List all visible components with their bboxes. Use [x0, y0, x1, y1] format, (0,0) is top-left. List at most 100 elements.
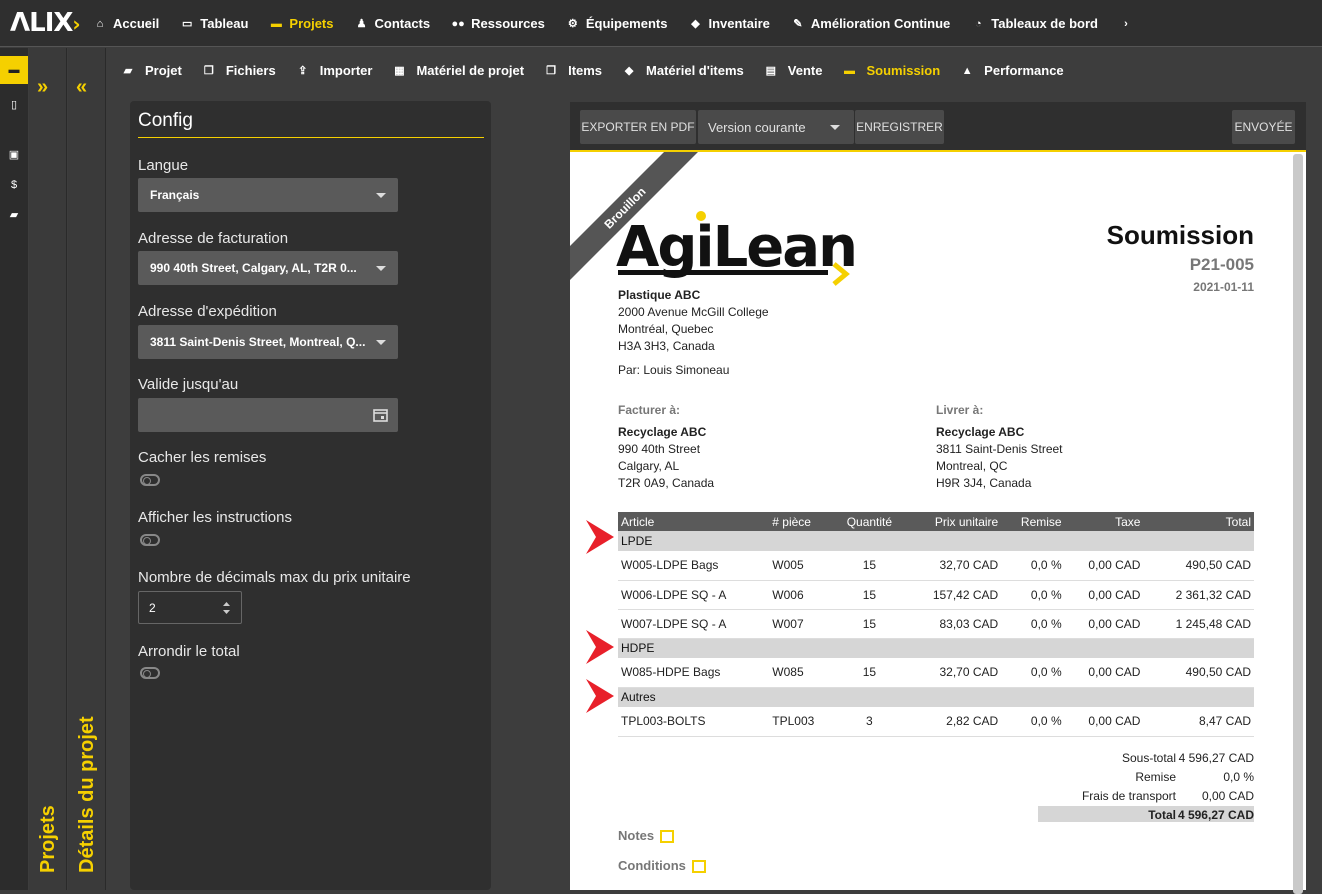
nav-item-label: Tableau [200, 16, 249, 31]
caret-down-icon [376, 193, 386, 198]
show-instructions-toggle[interactable] [140, 534, 160, 546]
cell-tax: 0,00 CAD [1064, 551, 1144, 581]
nav-item-tableau[interactable]: ▭ Tableau [180, 16, 248, 31]
cell-price: 2,82 CAD [904, 707, 1002, 737]
calendar-icon[interactable] [373, 408, 388, 422]
conditions-section[interactable]: Conditions [618, 858, 706, 874]
shipping-address-label: Adresse d'expédition [138, 303, 277, 320]
cell-total: 490,50 CAD [1143, 658, 1254, 688]
projects-panel-label[interactable]: Projets [37, 805, 60, 873]
billing-address-value: 990 40th Street, Calgary, AL, T2R 0... [150, 261, 357, 275]
export-pdf-button[interactable]: EXPORTER EN PDF [580, 110, 696, 144]
car-icon: ▰ [123, 65, 133, 77]
language-select[interactable]: Français [138, 178, 398, 212]
language-label: Langue [138, 157, 189, 174]
rail-file-icon[interactable]: ▯ [0, 90, 28, 118]
round-total-toggle[interactable] [140, 667, 160, 679]
config-panel: Config Langue Français Adresse de factur… [130, 101, 491, 890]
tab-mat-riel-d-items[interactable]: ◆ Matériel d'items [622, 63, 744, 78]
nav-item-ressources[interactable]: ●● Ressources [451, 16, 545, 31]
cell-total: 1 245,48 CAD [1143, 609, 1254, 639]
nav-item-am-lioration-continue[interactable]: ✎ Amélioration Continue [791, 16, 950, 31]
chevron-right-icon: › [1124, 17, 1128, 30]
tab-fichiers[interactable]: ❐ Fichiers [202, 63, 276, 78]
tab-vente[interactable]: ▤ Vente [764, 63, 823, 78]
max-decimals-stepper[interactable]: 2 [138, 591, 242, 624]
cell-total: 490,50 CAD [1143, 551, 1254, 581]
tab-importer[interactable]: ⇪ Importer [296, 63, 372, 78]
group-name: LPDE [618, 531, 1254, 551]
billing-address-label: Adresse de facturation [138, 230, 289, 247]
cell-article: W006-LDPE SQ - A [618, 580, 770, 610]
nav-item-projets[interactable]: ▬ Projets [269, 16, 334, 31]
monitor-icon: ▭ [182, 18, 193, 30]
ship-to-name: Recyclage ABC [936, 425, 1025, 439]
tab-performance[interactable]: ▲ Performance [960, 63, 1064, 78]
valid-until-date-input[interactable] [138, 398, 398, 432]
nav-more-button[interactable]: › [1119, 18, 1139, 30]
cell-disc: 0,0 % [1001, 609, 1065, 639]
project-details-label[interactable]: Détails du projet [76, 716, 99, 873]
nav-item-tableaux-de-bord[interactable]: ◔ Tableaux de bord [971, 16, 1098, 31]
rail-folder-icon[interactable]: ▬ [0, 56, 28, 84]
square-icon: ❒ [546, 65, 557, 77]
rail-briefcase-icon[interactable]: ▣ [0, 140, 28, 168]
expand-icon[interactable]: » [37, 76, 48, 99]
save-button[interactable]: ENREGISTRER [855, 110, 944, 144]
edit-icon[interactable] [691, 860, 706, 874]
projects-panel-collapsed[interactable]: » Projets [29, 48, 67, 890]
nav-item-label: Contacts [374, 16, 431, 31]
tab-mat-riel-de-projet[interactable]: ▦ Matériel de projet [392, 63, 524, 78]
rail-truck-icon[interactable]: ▰ [0, 200, 28, 228]
cell-qty: 3 [834, 707, 905, 737]
cell-article: W007-LDPE SQ - A [618, 609, 770, 639]
project-details-panel-collapsed[interactable]: « Détails du projet [68, 48, 106, 890]
ship-to-line: H9R 3J4, Canada [936, 476, 1032, 490]
tab-items[interactable]: ❒ Items [544, 63, 602, 78]
bill-to-line: Calgary, AL [618, 459, 680, 473]
billing-address-select[interactable]: 990 40th Street, Calgary, AL, T2R 0... [138, 251, 398, 285]
company-logo: AgiLean [616, 208, 861, 289]
nav-item-label: Ressources [471, 16, 545, 31]
tab-label: Matériel de projet [416, 63, 525, 78]
cell-article: W085-HDPE Bags [618, 658, 770, 688]
tab-label: Matériel d'items [646, 63, 744, 78]
config-divider [138, 137, 484, 138]
group-row: Autres [618, 687, 1254, 707]
group-marker-arrow-icon [586, 520, 614, 554]
valid-until-label: Valide jusqu'au [138, 376, 239, 393]
app-logo[interactable]: ΛLIX› [10, 8, 81, 38]
tab-projet[interactable]: ▰ Projet [121, 63, 182, 78]
edit-icon[interactable] [660, 830, 675, 844]
left-icon-rail: ▬ ▯ ▣ $ ▰ [0, 48, 28, 890]
cell-price: 83,03 CAD [904, 609, 1002, 639]
hide-discounts-toggle[interactable] [140, 474, 160, 486]
nav-item-accueil[interactable]: ⌂ Accueil [93, 16, 160, 31]
cell-disc: 0,0 % [1001, 707, 1065, 737]
nav-item-contacts[interactable]: ♟ Contacts [355, 16, 431, 31]
stepper-arrows-icon[interactable] [222, 601, 231, 615]
cell-price: 157,42 CAD [904, 580, 1002, 610]
cell-piece: TPL003 [769, 707, 835, 737]
collapse-icon[interactable]: « [76, 76, 87, 99]
shipping-address-value: 3811 Saint-Denis Street, Montreal, Q... [150, 335, 366, 349]
sent-button[interactable]: ENVOYÉE [1232, 110, 1295, 144]
tab-label: Items [568, 63, 603, 78]
hide-discounts-label: Cacher les remises [138, 449, 267, 466]
notes-section[interactable]: Notes [618, 828, 675, 844]
max-decimals-value: 2 [149, 600, 156, 615]
tab-soumission[interactable]: ▬ Soumission [842, 63, 940, 78]
magic-icon: ✎ [793, 18, 803, 30]
table-row: W085-HDPE Bags W085 15 32,70 CAD 0,0 % 0,00 C… [618, 658, 1254, 688]
version-select[interactable]: Version courante [698, 110, 854, 144]
rail-dollar-icon[interactable]: $ [0, 171, 28, 199]
document-scrollbar[interactable] [1293, 154, 1303, 894]
total-label: Total [1148, 808, 1176, 822]
nav-item--quipements[interactable]: ⚙ Équipements [566, 16, 668, 31]
nav-item-inventaire[interactable]: ◆ Inventaire [688, 16, 770, 31]
ship-to-line: Montreal, QC [936, 459, 1008, 473]
nav-item-label: Inventaire [708, 16, 770, 31]
cell-article: W005-LDPE Bags [618, 551, 770, 581]
shipping-address-select[interactable]: 3811 Saint-Denis Street, Montreal, Q... [138, 325, 398, 359]
nav-item-label: Amélioration Continue [810, 16, 951, 31]
